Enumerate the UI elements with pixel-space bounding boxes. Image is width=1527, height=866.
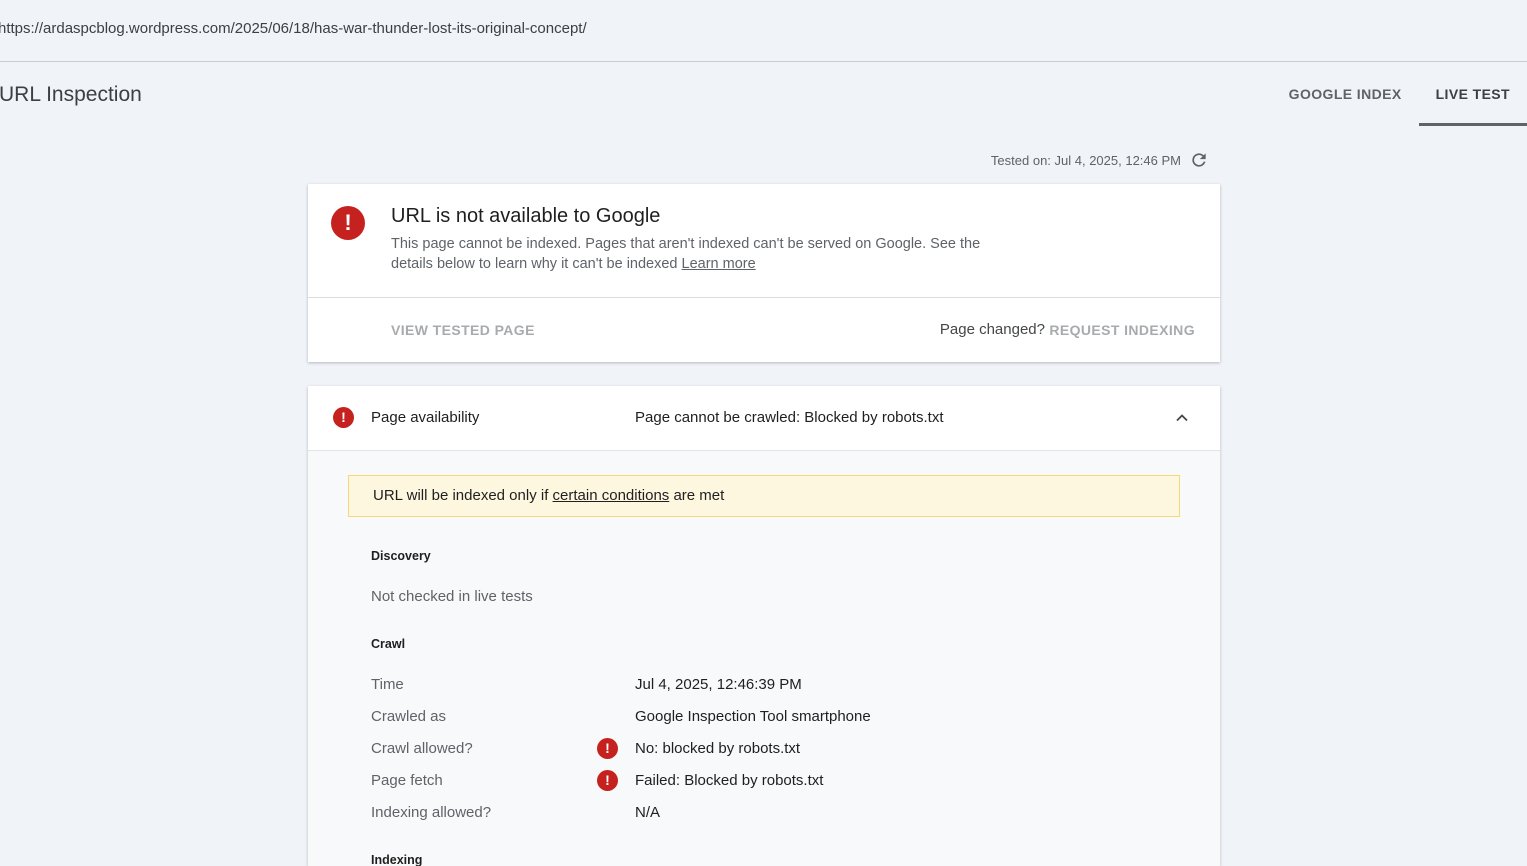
crawl-row-crawl-allowed: Crawl allowed? ! No: blocked by robots.t… (308, 738, 1220, 762)
certain-conditions-link[interactable]: certain conditions (553, 487, 670, 504)
page-changed-label: Page changed? (939, 321, 1045, 338)
crawl-key: Indexing allowed? (371, 804, 492, 821)
crawl-value: N/A (635, 804, 661, 821)
request-indexing-button[interactable]: REQUEST INDEXING (1049, 322, 1195, 338)
indexing-conditions-notice: URL will be indexed only if certain cond… (348, 475, 1180, 517)
tested-on: Tested on: Jul 4, 2025, 12:46 PM (991, 150, 1209, 170)
page-availability-card: ! Page availability Page cannot be crawl… (308, 386, 1220, 866)
page-availability-label: Page availability (371, 409, 480, 426)
page-availability-status: Page cannot be crawled: Blocked by robot… (635, 409, 944, 426)
discovery-title: Discovery (371, 549, 431, 563)
tab-live-test[interactable]: LIVE TEST (1418, 62, 1527, 126)
page-title: URL Inspection (0, 83, 142, 106)
summary-description: This page cannot be indexed. Pages that … (391, 234, 981, 274)
learn-more-link[interactable]: Learn more (682, 256, 756, 272)
crawl-row-crawled-as: Crawled as Google Inspection Tool smartp… (308, 708, 1220, 730)
notice-prefix: URL will be indexed only if (373, 487, 549, 504)
crawl-key: Crawled as (371, 708, 447, 725)
crawl-title: Crawl (371, 637, 406, 651)
error-icon: ! (333, 407, 354, 428)
error-icon: ! (597, 770, 618, 791)
refresh-icon[interactable] (1189, 150, 1209, 170)
error-icon: ! (331, 206, 365, 240)
summary-headline: URL is not available to Google (391, 205, 661, 227)
crawl-value: No: blocked by robots.txt (635, 740, 801, 757)
chevron-up-icon[interactable] (1174, 410, 1190, 426)
notice-suffix: are met (673, 487, 725, 504)
crawl-value: Failed: Blocked by robots.txt (635, 772, 824, 789)
crawl-key: Page fetch (371, 772, 443, 789)
crawl-value: Jul 4, 2025, 12:46:39 PM (635, 676, 802, 693)
address-url: https://ardaspcblog.wordpress.com/2025/0… (0, 20, 587, 37)
tab-google-index[interactable]: GOOGLE INDEX (1272, 62, 1419, 126)
crawl-row-indexing-allowed: Indexing allowed? N/A (308, 804, 1220, 826)
indexing-title: Indexing (371, 853, 423, 866)
crawl-row-time: Time Jul 4, 2025, 12:46:39 PM (308, 676, 1220, 698)
view-tested-page-button[interactable]: VIEW TESTED PAGE (391, 322, 535, 338)
divider (308, 297, 1220, 298)
tab-bar: GOOGLE INDEX LIVE TEST (1272, 62, 1527, 126)
page-availability-details: URL will be indexed only if certain cond… (308, 451, 1220, 866)
address-bar[interactable]: https://ardaspcblog.wordpress.com/2025/0… (0, 0, 1527, 62)
tested-on-text: Tested on: Jul 4, 2025, 12:46 PM (990, 152, 1181, 168)
crawl-row-page-fetch: Page fetch ! Failed: Blocked by robots.t… (308, 770, 1220, 794)
page-availability-header[interactable]: ! Page availability Page cannot be crawl… (308, 386, 1220, 451)
discovery-text: Not checked in live tests (371, 588, 533, 605)
error-icon: ! (597, 738, 618, 759)
crawl-key: Crawl allowed? (371, 740, 473, 757)
summary-card: ! URL is not available to Google This pa… (308, 184, 1220, 362)
crawl-key: Time (371, 676, 404, 693)
crawl-value: Google Inspection Tool smartphone (635, 708, 871, 725)
